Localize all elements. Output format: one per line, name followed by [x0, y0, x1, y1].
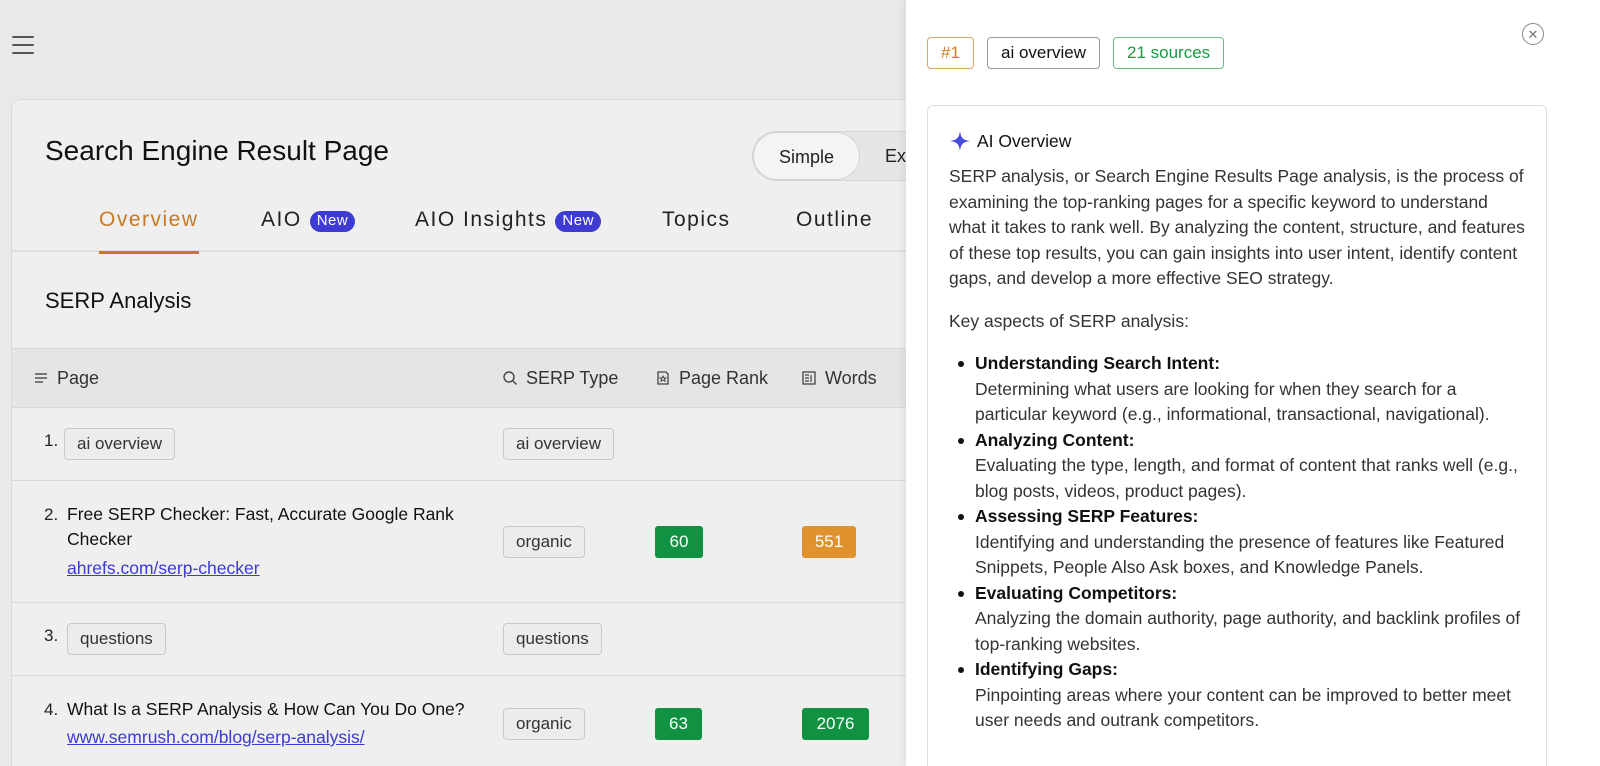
page-link[interactable]: ahrefs.com/serp-checker: [67, 558, 260, 579]
serp-type-chip: questions: [503, 623, 602, 655]
rank-chip: #1: [927, 37, 974, 69]
header-page[interactable]: Page: [33, 349, 99, 407]
section-title: SERP Analysis: [45, 288, 192, 313]
tab-topics[interactable]: Topics: [662, 208, 731, 252]
tab-label: Overview: [99, 208, 199, 231]
key-aspects-label: Key aspects of SERP analysis:: [949, 310, 1189, 331]
aspect-title: Analyzing Content:: [975, 429, 1135, 450]
badge-icon: [657, 371, 669, 385]
page-chip: ai overview: [64, 428, 176, 460]
table-header: Page SERP Type Page Rank Words: [12, 348, 1010, 408]
aspect-text: Identifying and understanding the presen…: [975, 531, 1505, 578]
page-chip: questions: [67, 623, 166, 655]
aspect-title: Assessing SERP Features:: [975, 506, 1199, 526]
aspect-text: Analyzing the domain authority, page aut…: [975, 608, 1521, 654]
row-number: 2.: [44, 505, 59, 524]
tab-bar: Overview AIO New AIO Insights New Topics…: [12, 208, 1010, 254]
ai-overview-heading: AI Overview: [949, 130, 1071, 152]
lines-icon: [35, 373, 47, 383]
sparkle-icon: [950, 131, 970, 151]
table-row[interactable]: 3. questions questions: [12, 603, 1010, 676]
aspect-title: Identifying Gaps:: [975, 659, 1118, 679]
aspect-text: Pinpointing areas where your content can…: [975, 684, 1512, 731]
page-title-text: Free SERP Checker: Fast, Accurate Google…: [67, 504, 454, 549]
words-badge: 551: [802, 526, 856, 558]
page-link[interactable]: www.semrush.com/blog/serp-analysis/: [67, 727, 365, 748]
ai-overview-panel: #1 ai overview 21 sources ✕ AI Overview …: [906, 0, 1600, 766]
table-row[interactable]: 1. ai overview ai overview: [12, 408, 1010, 481]
new-badge: New: [555, 211, 601, 232]
header-page-rank[interactable]: Page Rank: [655, 349, 768, 407]
heading-label: AI Overview: [977, 130, 1072, 151]
tab-label: AIO: [261, 208, 302, 231]
list-item: Analyzing Content: Evaluating the type, …: [958, 428, 1529, 505]
ai-overview-content: SERP analysis, or Search Engine Results …: [949, 164, 1529, 734]
type-chip: ai overview: [987, 37, 1101, 69]
list-item: Evaluating Competitors: Analyzing the do…: [958, 581, 1529, 658]
menu-line: [12, 36, 34, 38]
serp-type-chip: ai overview: [503, 428, 615, 460]
tab-label: AIO Insights: [415, 208, 548, 231]
page-rank-badge: 60: [655, 526, 703, 558]
aspect-title: Understanding Search Intent:: [975, 353, 1221, 373]
hamburger-menu-icon[interactable]: [12, 36, 34, 54]
aspect-title: Evaluating Competitors:: [975, 582, 1178, 603]
header-serp-type[interactable]: SERP Type: [502, 349, 618, 407]
aspect-text: Evaluating the type, length, and format …: [975, 455, 1518, 501]
row-number: 3.: [44, 626, 59, 645]
aspects-list: Understanding Search Intent: Determining…: [949, 351, 1529, 734]
menu-line: [12, 44, 34, 46]
table-row[interactable]: 2. Free SERP Checker: Fast, Accurate Goo…: [12, 481, 1010, 603]
serp-type-chip: organic: [503, 708, 585, 740]
menu-line: [12, 52, 34, 54]
header-words[interactable]: Words: [801, 349, 877, 407]
new-badge: New: [309, 211, 356, 232]
sources-chip[interactable]: 21 sources: [1113, 37, 1225, 69]
page-title-text: What Is a SERP Analysis & How Can You Do…: [67, 699, 465, 719]
header-label: SERP Type: [526, 367, 619, 388]
words-badge: 2076: [802, 708, 869, 740]
table-row[interactable]: 4. What Is a SERP Analysis & How Can You…: [12, 676, 1010, 766]
tab-outline[interactable]: Outline: [796, 208, 873, 252]
tab-overview[interactable]: Overview: [99, 208, 199, 254]
header-label: Words: [825, 367, 877, 388]
serp-card: Search Engine Result Page Simple Ext Ove…: [11, 99, 1011, 766]
tab-aio[interactable]: AIO New: [261, 208, 356, 252]
ai-overview-box: AI Overview SERP analysis, or Search Eng…: [927, 105, 1547, 766]
tab-label: Topics: [662, 208, 731, 231]
intro-paragraph: SERP analysis, or Search Engine Results …: [949, 166, 1525, 288]
page-rank-badge: 63: [655, 708, 702, 740]
list-item: Understanding Search Intent: Determining…: [958, 351, 1529, 428]
row-number: 4.: [44, 700, 59, 719]
header-label: Page: [57, 367, 100, 388]
list-item: Assessing SERP Features: Identifying and…: [958, 504, 1529, 581]
tab-aio-insights[interactable]: AIO Insights New: [415, 208, 601, 252]
list-item: Identifying Gaps: Pinpointing areas wher…: [958, 657, 1529, 734]
row-number: 1.: [44, 431, 59, 450]
header-label: Page Rank: [679, 367, 769, 388]
document-icon: [802, 371, 816, 385]
close-icon[interactable]: ✕: [1522, 23, 1544, 45]
tab-label: Outline: [796, 208, 874, 231]
page-title: Search Engine Result Page: [45, 135, 389, 166]
serp-type-chip: organic: [503, 526, 585, 558]
search-icon: [503, 371, 517, 385]
aspect-text: Determining what users are looking for w…: [975, 378, 1490, 425]
simple-view-button[interactable]: Simple: [753, 132, 860, 180]
